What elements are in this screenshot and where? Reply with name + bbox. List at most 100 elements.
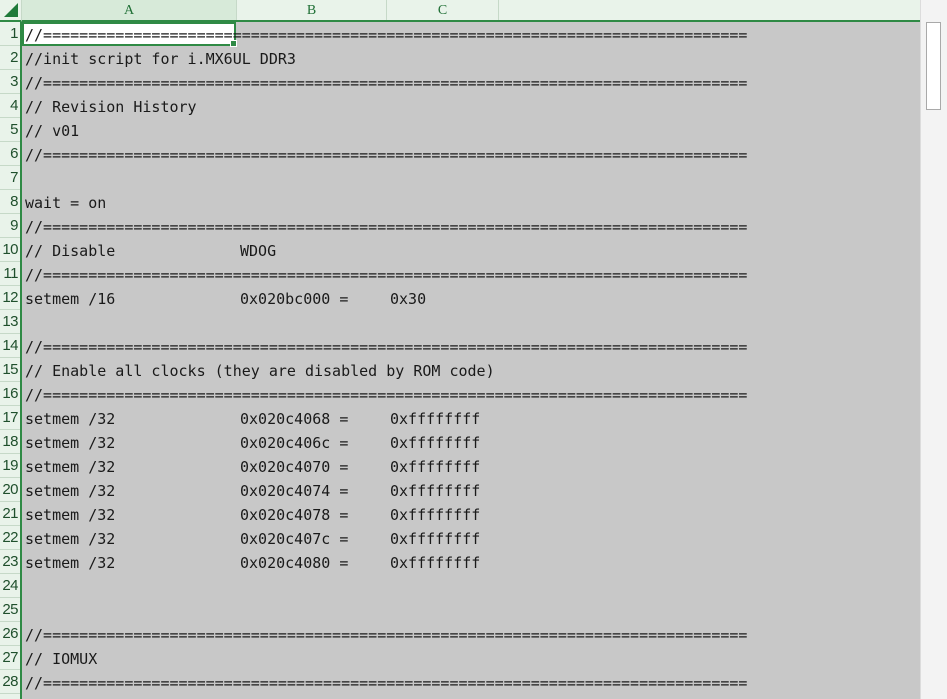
cell-a[interactable]: //======================================… xyxy=(25,142,747,168)
select-all-triangle-icon xyxy=(4,3,18,17)
cell-b[interactable]: WDOG xyxy=(240,238,276,264)
cell-b[interactable]: 0x020c4070 = xyxy=(240,454,348,480)
column-header-b[interactable]: B xyxy=(237,0,387,20)
sheet-row: //======================================… xyxy=(22,142,920,166)
row-header[interactable]: 5 xyxy=(0,118,20,142)
sheet-row: // Disable WDOG xyxy=(22,238,920,262)
row-header[interactable]: 19 xyxy=(0,454,20,478)
cell-a[interactable]: setmem /32 xyxy=(25,478,115,504)
column-header-empty xyxy=(499,0,920,20)
row-header[interactable]: 3 xyxy=(0,70,20,94)
cell-b[interactable]: 0x020c4074 = xyxy=(240,478,348,504)
cell-a[interactable]: // Enable all clocks (they are disabled … xyxy=(25,358,495,384)
cell-grid[interactable]: //======================================… xyxy=(22,22,920,699)
scrollbar-thumb[interactable] xyxy=(926,22,941,110)
sheet-row: setmem /32 0x020c406c = 0xffffffff xyxy=(22,430,920,454)
cell-a[interactable]: setmem /32 xyxy=(25,502,115,528)
cell-b[interactable]: 0x020bc000 = xyxy=(240,286,348,312)
sheet-row xyxy=(22,694,920,699)
cell-a[interactable]: setmem /32 xyxy=(25,406,115,432)
row-header[interactable]: 4 xyxy=(0,94,20,118)
row-header[interactable]: 11 xyxy=(0,262,20,286)
sheet-row: //======================================… xyxy=(22,382,920,406)
cell-a[interactable]: //======================================… xyxy=(25,670,747,696)
column-header-c[interactable]: C xyxy=(387,0,499,20)
row-header[interactable]: 29 xyxy=(0,694,20,699)
row-header[interactable]: 10 xyxy=(0,238,20,262)
row-header[interactable]: 15 xyxy=(0,358,20,382)
sheet-row: //======================================… xyxy=(22,262,920,286)
sheet-row xyxy=(22,310,920,334)
cell-b[interactable]: 0x020c4068 = xyxy=(240,406,348,432)
cell-b[interactable]: 0x020c406c = xyxy=(240,430,348,456)
cell-a[interactable]: // v01 xyxy=(25,118,79,144)
cell-a[interactable]: //======================================… xyxy=(25,334,747,360)
cell-c[interactable]: 0xffffffff xyxy=(390,550,480,576)
cell-b[interactable]: 0x020c4080 = xyxy=(240,550,348,576)
sheet-row xyxy=(22,598,920,622)
sheet-row xyxy=(22,574,920,598)
row-header[interactable]: 12 xyxy=(0,286,20,310)
row-header[interactable]: 26 xyxy=(0,622,20,646)
row-header[interactable]: 8 xyxy=(0,190,20,214)
row-header[interactable]: 21 xyxy=(0,502,20,526)
sheet-row: // Revision History xyxy=(22,94,920,118)
cell-a[interactable]: //init script for i.MX6UL DDR3 xyxy=(25,46,296,72)
cell-a[interactable]: //======================================… xyxy=(25,214,747,240)
sheet-row: setmem /32 0x020c4068 = 0xffffffff xyxy=(22,406,920,430)
row-header[interactable]: 16 xyxy=(0,382,20,406)
row-header[interactable]: 13 xyxy=(0,310,20,334)
row-header[interactable]: 24 xyxy=(0,574,20,598)
cell-b[interactable]: 0x020c4078 = xyxy=(240,502,348,528)
sheet-row: setmem /32 0x020c4080 = 0xffffffff xyxy=(22,550,920,574)
cell-a[interactable]: // IOMUX xyxy=(25,646,97,672)
sheet-row xyxy=(22,166,920,190)
row-header[interactable]: 6 xyxy=(0,142,20,166)
sheet-row: //======================================… xyxy=(22,22,920,48)
sheet-row: //======================================… xyxy=(22,214,920,238)
cell-c[interactable]: 0xffffffff xyxy=(390,502,480,528)
cell-a[interactable]: setmem /32 xyxy=(25,526,115,552)
cell-a[interactable]: setmem /32 xyxy=(25,550,115,576)
cell-a[interactable]: setmem /16 xyxy=(25,286,115,312)
cell-a[interactable]: setmem /32 xyxy=(25,454,115,480)
spreadsheet: A B C 1 2 3 4 5 6 7 8 9 10 11 12 13 14 15 16 17 18 19 20 21 2… xyxy=(0,0,947,699)
cell-a[interactable]: wait = on xyxy=(25,190,106,216)
row-header[interactable]: 17 xyxy=(0,406,20,430)
cell-a[interactable]: //======================================… xyxy=(25,70,747,96)
cell-a[interactable]: //======================================… xyxy=(25,262,747,288)
row-header[interactable]: 27 xyxy=(0,646,20,670)
row-header[interactable]: 7 xyxy=(0,166,20,190)
sheet-row: //======================================… xyxy=(22,70,920,94)
row-header[interactable]: 18 xyxy=(0,430,20,454)
column-header-a[interactable]: A xyxy=(22,0,237,20)
cell-c[interactable]: 0x30 xyxy=(390,286,426,312)
column-header-bar: A B C xyxy=(22,0,920,22)
cell-a[interactable]: // Disable xyxy=(25,238,115,264)
cell-c[interactable]: 0xffffffff xyxy=(390,478,480,504)
row-header[interactable]: 9 xyxy=(0,214,20,238)
cell-c[interactable]: 0xffffffff xyxy=(390,430,480,456)
cell-a[interactable]: // Revision History xyxy=(25,94,197,120)
row-header[interactable]: 1 xyxy=(0,22,20,46)
vertical-scrollbar[interactable] xyxy=(920,0,947,699)
cell-a[interactable]: //======================================… xyxy=(25,622,747,648)
row-header[interactable]: 20 xyxy=(0,478,20,502)
row-header[interactable]: 23 xyxy=(0,550,20,574)
cell-c[interactable]: 0xffffffff xyxy=(390,526,480,552)
cell-b[interactable]: 0x020c407c = xyxy=(240,526,348,552)
select-all-button[interactable] xyxy=(0,0,22,22)
sheet-row: // v01 xyxy=(22,118,920,142)
row-header[interactable]: 14 xyxy=(0,334,20,358)
row-header[interactable]: 22 xyxy=(0,526,20,550)
row-header[interactable]: 25 xyxy=(0,598,20,622)
row-header[interactable]: 2 xyxy=(0,46,20,70)
row-header-bar: 1 2 3 4 5 6 7 8 9 10 11 12 13 14 15 16 17 18 19 20 21 22 23 24 2… xyxy=(0,22,22,699)
cell-a[interactable]: //======================================… xyxy=(25,22,747,48)
cell-a[interactable]: //======================================… xyxy=(25,382,747,408)
cell-a[interactable]: setmem /32 xyxy=(25,430,115,456)
sheet-row: setmem /16 0x020bc000 = 0x30 xyxy=(22,286,920,310)
cell-c[interactable]: 0xffffffff xyxy=(390,406,480,432)
cell-c[interactable]: 0xffffffff xyxy=(390,454,480,480)
row-header[interactable]: 28 xyxy=(0,670,20,694)
